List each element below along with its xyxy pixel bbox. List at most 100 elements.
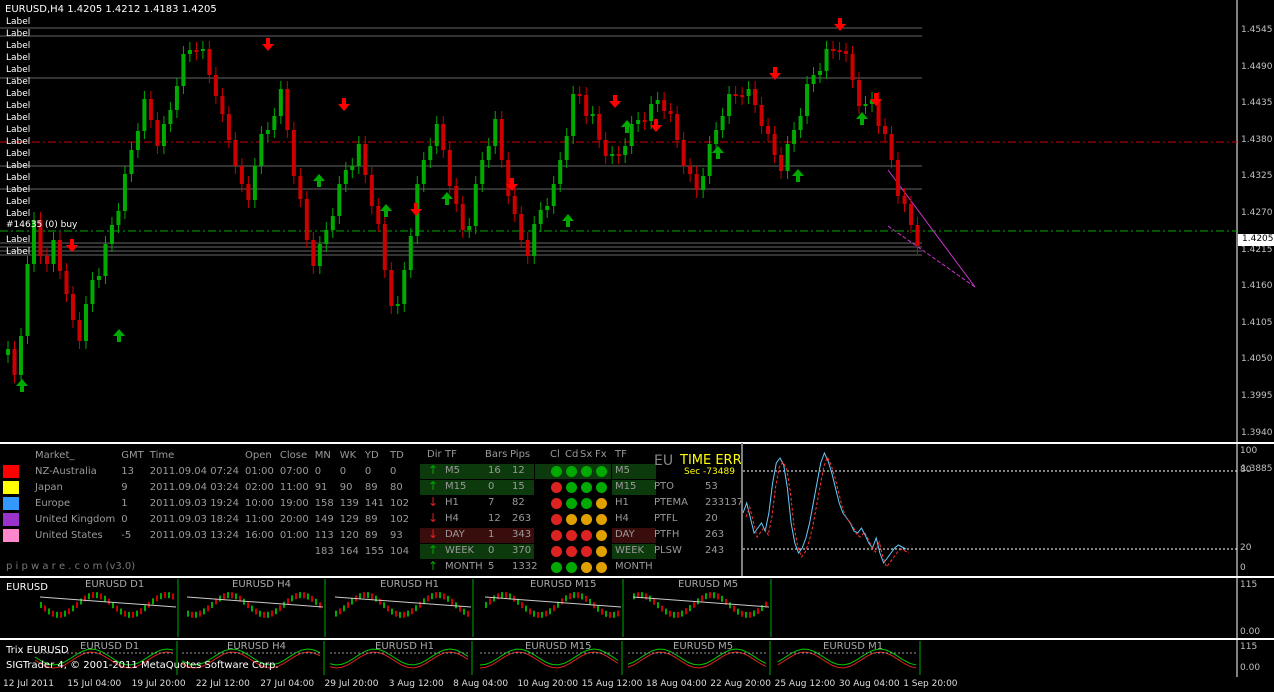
price-tick: 1.4105 xyxy=(1241,317,1273,328)
swatch-cell xyxy=(0,527,32,543)
mini-panel-label: EURUSD xyxy=(6,582,48,593)
arrow-down-icon: ↓ xyxy=(428,495,439,509)
status-dot-icon xyxy=(551,546,562,557)
tf-bars: 0 xyxy=(488,545,495,556)
info-label: PTFL xyxy=(654,513,678,524)
market-time: 2011.09.04 07:24 xyxy=(149,465,240,477)
market-mn: 158 xyxy=(314,497,334,509)
stochastic-chart[interactable] xyxy=(743,443,1274,577)
time-tick: 29 Jul 20:00 xyxy=(324,679,379,689)
price-tick: 1.4215 xyxy=(1241,244,1273,255)
status-dot-icon xyxy=(581,546,592,557)
time-tick: 10 Aug 20:00 xyxy=(517,679,579,689)
buy-arrow-icon xyxy=(113,329,125,342)
time-tick: 15 Jul 04:00 xyxy=(67,679,122,689)
status-dot-icon xyxy=(596,482,607,493)
status-dot-icon xyxy=(551,498,562,509)
trix-charts-svg[interactable] xyxy=(0,639,1274,677)
market-color-swatch xyxy=(3,480,19,494)
tf-name: MONTH xyxy=(445,561,483,572)
tf-name-2: M5 xyxy=(615,465,630,476)
info-value: 243 xyxy=(705,545,725,556)
market-row: Japan 9 2011.09.04 03:24 02:00 11:00 91 90 89 80 xyxy=(0,479,412,495)
mini-title: EURUSD H4 xyxy=(227,641,287,652)
symbol-header: EURUSD,H4 1.4205 1.4212 1.4183 1.4205 xyxy=(5,4,217,15)
price-tick: 1.4050 xyxy=(1241,354,1273,365)
arrow-up-icon: ↑ xyxy=(428,463,439,477)
col-market: Market_ xyxy=(35,449,75,461)
time-axis: 12 Jul 2011 15 Jul 04:00 19 Jul 20:00 22 Ju… xyxy=(0,677,1274,692)
tf-pips: 15 xyxy=(512,481,525,492)
info-label: PTFH xyxy=(654,529,680,540)
time-tick: 25 Aug 12:00 xyxy=(774,679,836,689)
tf-name-2: DAY xyxy=(615,529,635,540)
total-mn: 183 xyxy=(314,545,334,557)
stoch-axis-100: 100 xyxy=(1240,446,1258,456)
stoch-axis-80: 80 xyxy=(1240,465,1252,475)
copyright-text: SIGTrader 4, © 2001-2011 MetaQuotes Soft… xyxy=(6,660,279,671)
trix-axis-bottom: 0.00 xyxy=(1240,663,1261,673)
label-text: Label xyxy=(6,65,31,75)
market-row: United States -5 2011.09.03 13:24 16:00 01:0… xyxy=(0,527,412,543)
price-tick: 1.4160 xyxy=(1241,281,1273,292)
seconds-label: Sec -73489 xyxy=(684,467,735,477)
tf-header: TF xyxy=(615,449,627,460)
tf-pips: 343 xyxy=(512,529,532,540)
tf-name-2: MONTH xyxy=(615,561,653,572)
price-tick: 1.4545 xyxy=(1241,25,1273,35)
label-text: Label xyxy=(6,209,31,219)
market-td: 102 xyxy=(389,497,410,509)
tf-header: Cl xyxy=(550,449,560,460)
sell-arrow-icon xyxy=(609,95,621,108)
pipware-footer: p i p w a r e . c o m (v3.0) xyxy=(6,561,136,572)
tf-header: Pips xyxy=(510,449,531,460)
info-value: 20 xyxy=(705,513,718,524)
mini-axis-top: 115 xyxy=(1240,580,1258,590)
swatch-cell xyxy=(0,479,32,495)
sell-arrow-icon xyxy=(338,98,350,111)
arrow-down-icon: ↓ xyxy=(428,511,439,525)
mini-charts-svg[interactable] xyxy=(0,577,1274,639)
status-dot-icon xyxy=(581,482,592,493)
total-yd: 155 xyxy=(364,545,384,557)
market-close: 11:00 xyxy=(279,481,309,493)
current-price-value: 1.4205 xyxy=(1242,234,1274,244)
tf-header: Bars xyxy=(485,449,508,460)
price-tick: 1.3995 xyxy=(1241,391,1273,401)
time-tick: 15 Aug 12:00 xyxy=(581,679,643,689)
label-text: Label xyxy=(6,173,31,183)
market-wk: 120 xyxy=(339,529,359,541)
status-dot-icon xyxy=(566,562,577,573)
status-dot-icon xyxy=(551,562,562,573)
time-tick: 27 Jul 04:00 xyxy=(260,679,315,689)
time-tick: 3 Aug 12:00 xyxy=(388,679,444,689)
info-label: PLSW xyxy=(654,545,682,556)
main-chart[interactable]: EURUSD,H4 1.4205 1.4212 1.4183 1.4205 #1… xyxy=(0,0,1274,474)
label-text: Label xyxy=(6,41,31,51)
stoch-axis-0: 0 xyxy=(1240,563,1246,573)
col-time: Time xyxy=(149,449,175,461)
market-mn: 113 xyxy=(314,529,334,541)
market-totals-row: 183 164 155 104 xyxy=(0,543,412,559)
buy-arrow-icon xyxy=(712,146,724,159)
status-dot-icon xyxy=(596,530,607,541)
mini-title: EURUSD H1 xyxy=(375,641,435,652)
market-color-swatch xyxy=(3,512,19,526)
price-tick: 1.4325 xyxy=(1241,171,1273,182)
status-dot-icon xyxy=(581,530,592,541)
market-mn: 91 xyxy=(314,481,328,493)
market-name: Japan xyxy=(35,481,63,493)
info-label: PTEMA xyxy=(654,497,688,508)
mini-title: EURUSD D1 xyxy=(85,579,145,590)
mini-title: EURUSD M15 xyxy=(525,641,592,652)
label-text: Label xyxy=(6,17,31,27)
buy-order-label: #14635 (0) buy xyxy=(6,220,78,230)
price-chart-svg[interactable] xyxy=(0,0,1274,443)
time-tick: 12 Jul 2011 xyxy=(3,679,54,689)
label-text: Label xyxy=(6,149,31,159)
market-color-swatch xyxy=(3,464,19,478)
tf-header: Dir xyxy=(427,449,442,460)
time-tick: 22 Jul 12:00 xyxy=(195,679,250,689)
market-open: 11:00 xyxy=(245,513,274,525)
market-color-swatch xyxy=(3,528,19,542)
